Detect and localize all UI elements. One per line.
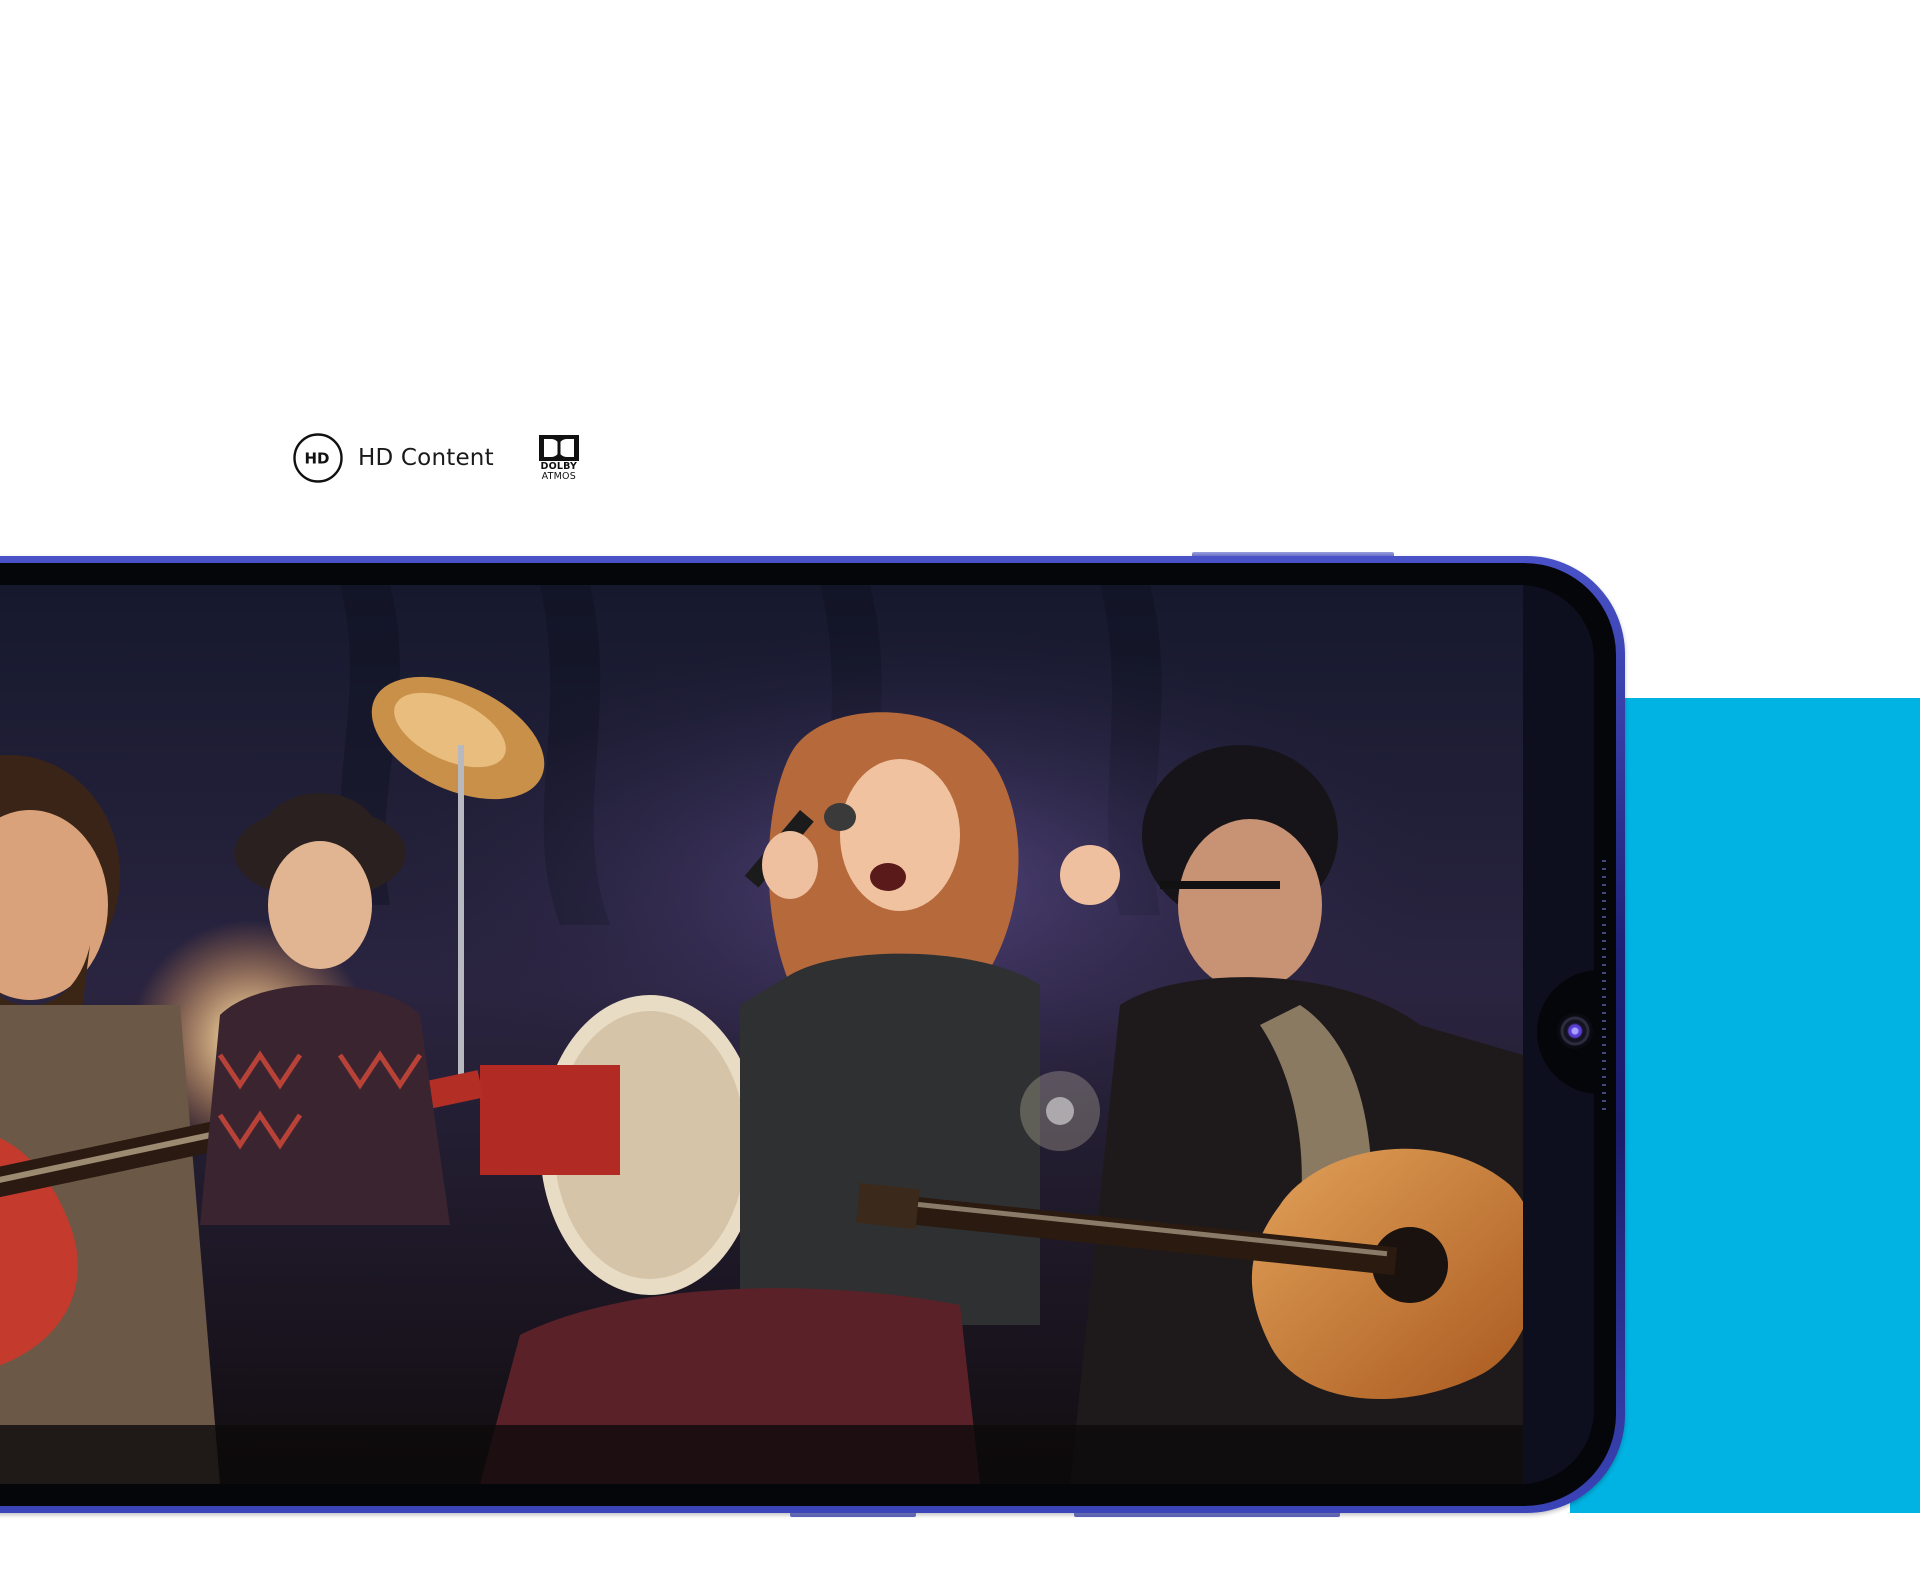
phone-screen xyxy=(0,585,1594,1484)
speaker-grill xyxy=(1602,860,1606,1110)
page: HD HD Content DOLBY ATMOS xyxy=(0,0,1920,1574)
front-camera-icon xyxy=(1557,1013,1593,1049)
hd-content-badge: HD HD Content xyxy=(292,432,494,484)
phone-device xyxy=(0,556,1625,1513)
phone-bezel xyxy=(0,563,1616,1506)
dolby-line2: ATMOS xyxy=(541,471,576,482)
band-performance-photo xyxy=(0,585,1523,1484)
dolby-logo-icon xyxy=(538,435,579,461)
hd-icon-text: HD xyxy=(304,450,329,468)
feature-badges: HD HD Content DOLBY ATMOS xyxy=(292,430,582,486)
dolby-atmos-badge: DOLBY ATMOS xyxy=(536,434,582,482)
hd-icon: HD xyxy=(293,433,343,483)
hd-content-label: HD Content xyxy=(358,445,494,471)
